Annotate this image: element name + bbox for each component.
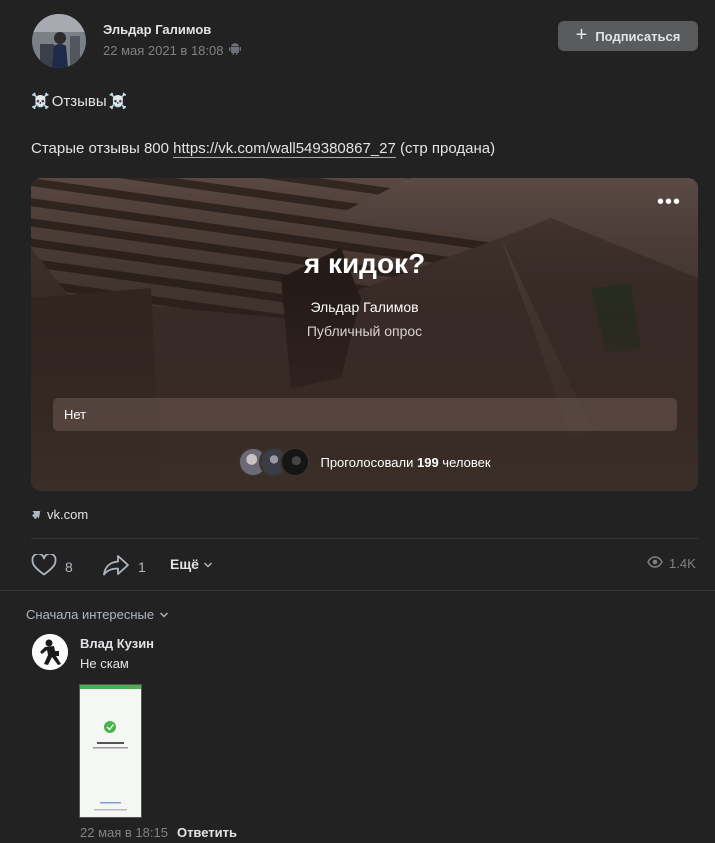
post-author-name[interactable]: Эльдар Галимов (103, 22, 211, 37)
poll-option-label: Нет (64, 407, 87, 422)
poll-option[interactable]: Нет (53, 398, 677, 431)
share-button[interactable]: 1 (102, 554, 146, 579)
poll-more-dots-icon[interactable]: ••• (657, 192, 681, 212)
author-avatar[interactable] (32, 14, 86, 68)
like-button[interactable]: 8 (31, 552, 73, 579)
post-heading: ☠️ Отзывы ☠️ (31, 92, 128, 111)
divider (31, 538, 698, 539)
skull-icon: ☠️ (108, 93, 128, 110)
more-label: Ещё (170, 556, 199, 572)
chevron-down-icon (203, 556, 213, 572)
comment-author-avatar[interactable] (32, 634, 68, 670)
comment-author-name[interactable]: Влад Кузин (80, 636, 154, 651)
post-date-text[interactable]: 22 мая 2021 в 18:08 (103, 43, 223, 58)
like-count: 8 (65, 558, 73, 575)
comments-sort-label: Сначала интересные (26, 607, 155, 622)
post-text: Старые отзывы 800 https://vk.com/wall549… (31, 140, 496, 158)
poll-footer: Проголосовали 199 человек (31, 447, 698, 477)
share-icon (102, 554, 130, 579)
view-counter: 1.4K (647, 556, 696, 571)
eye-icon (647, 556, 663, 571)
divider (0, 590, 715, 591)
subscribe-label: Подписаться (595, 28, 681, 44)
post-date: 22 мая 2021 в 18:08 (103, 42, 242, 58)
subscribe-button[interactable]: + Подписаться (558, 21, 698, 51)
poll-author[interactable]: Эльдар Галимов (31, 299, 698, 315)
skull-icon: ☠️ (31, 93, 50, 110)
poll-voted-count: 199 (416, 454, 439, 470)
view-count: 1.4K (669, 556, 696, 571)
android-icon (229, 42, 242, 58)
post-text-prefix: Старые отзывы 800 (31, 140, 174, 157)
share-count: 1 (138, 558, 146, 575)
check-icon (104, 721, 116, 733)
comment-attachment-image[interactable] (79, 684, 142, 818)
chevron-down-icon (159, 607, 169, 622)
comment-meta: 22 мая в 18:15 Ответить (80, 825, 237, 840)
post-link[interactable]: https://vk.com/wall549380867_27 (173, 140, 396, 158)
poll-type: Публичный опрос (306, 323, 423, 339)
voter-avatar (280, 447, 311, 477)
poll-voted-prefix: Проголосовали (320, 454, 417, 470)
poll-card: ••• я кидок? Эльдар Галимов Публичный оп… (31, 178, 698, 491)
comment-text: Не скам (80, 656, 129, 671)
like-icon (31, 552, 57, 579)
voter-avatars[interactable] (238, 447, 311, 477)
source-link[interactable]: vk.com (31, 507, 88, 522)
poll-voted-suffix: человек (438, 454, 491, 470)
comments-sort-dropdown[interactable]: Сначала интересные (26, 607, 169, 622)
source-link-text: vk.com (47, 507, 89, 522)
poll-voted-text[interactable]: Проголосовали 199 человек (320, 455, 490, 470)
link-arrow-icon (31, 507, 42, 522)
post-text-suffix: (стр продана) (395, 140, 496, 157)
comment-date[interactable]: 22 мая в 18:15 (80, 825, 168, 840)
plus-icon: + (575, 24, 588, 46)
more-button[interactable]: Ещё (170, 556, 213, 572)
reply-button[interactable]: Ответить (177, 825, 237, 840)
poll-title: я кидок? (303, 248, 426, 279)
post-heading-text: Отзывы (51, 92, 107, 110)
